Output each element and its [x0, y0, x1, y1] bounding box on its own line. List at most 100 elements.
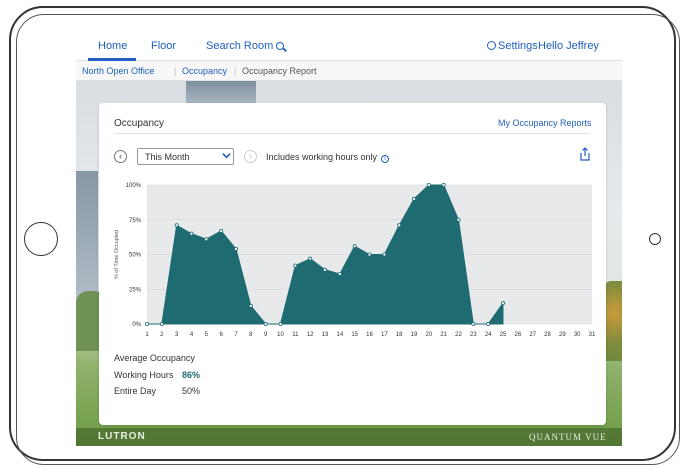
- data-point: [352, 244, 357, 249]
- hours-note: Includes working hours only i: [266, 152, 390, 163]
- x-tick-label: 29: [559, 332, 566, 338]
- x-tick-label: 6: [219, 332, 223, 338]
- x-tick-label: 5: [205, 332, 209, 338]
- x-tick-label: 9: [264, 332, 268, 338]
- breadcrumb-separator: |: [234, 66, 237, 76]
- quantum-vue-logo: QUANTUM VUE: [529, 432, 607, 442]
- x-tick-label: 2: [160, 332, 164, 338]
- x-tick-label: 26: [514, 332, 521, 338]
- nav-settings[interactable]: Settings: [487, 40, 538, 52]
- user-menu[interactable]: Hello Jeffrey: [538, 40, 599, 52]
- data-point: [204, 237, 209, 242]
- data-point: [500, 301, 505, 306]
- data-point: [189, 231, 194, 236]
- x-tick-label: 31: [589, 332, 596, 338]
- divider: [114, 133, 590, 134]
- data-point: [219, 228, 224, 233]
- nav-floor[interactable]: Floor: [151, 40, 176, 52]
- data-point: [382, 252, 387, 257]
- data-point: [411, 196, 416, 201]
- x-tick-label: 30: [574, 332, 581, 338]
- next-arrow-icon: ›: [249, 151, 252, 161]
- range-dropdown[interactable]: This Month: [137, 148, 234, 165]
- x-tick-label: 14: [336, 332, 343, 338]
- data-point: [426, 183, 431, 188]
- x-tick-label: 16: [366, 332, 373, 338]
- y-axis-title: % of Time Occupied: [114, 230, 120, 279]
- y-tick-label: 0%: [132, 322, 141, 328]
- data-point: [278, 321, 283, 326]
- x-tick-label: 4: [190, 332, 194, 338]
- breadcrumb-occupancy[interactable]: Occupancy: [182, 66, 227, 76]
- y-tick-label: 50%: [129, 253, 142, 259]
- x-tick-label: 17: [381, 332, 388, 338]
- x-tick-label: 15: [351, 332, 358, 338]
- x-tick-label: 25: [500, 332, 507, 338]
- x-tick-label: 20: [425, 332, 432, 338]
- data-point: [293, 263, 298, 268]
- gear-icon: [487, 41, 496, 50]
- x-tick-label: 12: [307, 332, 314, 338]
- x-tick-label: 3: [175, 332, 179, 338]
- x-tick-label: 8: [249, 332, 253, 338]
- entire-day-label: Entire Day: [114, 386, 157, 396]
- home-button: [24, 222, 58, 256]
- data-point: [397, 223, 402, 228]
- range-value: This Month: [145, 152, 190, 162]
- chevron-down-icon: [222, 153, 231, 159]
- occupancy-chart: 1 2 3 4 5 6 7 8 9 10 11 12 13 14 15 16 17 18 19 20 21 22 23 24 2…: [114, 183, 596, 338]
- prev-period-button[interactable]: ‹: [114, 150, 127, 163]
- x-tick-label: 24: [485, 332, 492, 338]
- data-point: [159, 321, 164, 326]
- data-point: [441, 183, 446, 188]
- y-tick-label: 25%: [129, 287, 142, 293]
- working-hours-label: Working Hours: [114, 370, 174, 380]
- hours-note-text: Includes working hours only: [266, 152, 378, 162]
- search-icon: [276, 42, 285, 50]
- x-tick-label: 11: [292, 332, 299, 338]
- data-point: [233, 246, 238, 251]
- share-icon[interactable]: [578, 147, 592, 161]
- x-tick-label: 23: [470, 332, 477, 338]
- x-tick-label: 28: [544, 332, 551, 338]
- data-point: [486, 321, 491, 326]
- x-tick-label: 13: [322, 332, 329, 338]
- card-title: Occupancy: [114, 118, 165, 129]
- x-tick-label: 27: [529, 332, 536, 338]
- data-point: [308, 256, 313, 261]
- breadcrumb-area[interactable]: North Open Office: [82, 66, 154, 76]
- building-image: [186, 81, 256, 103]
- x-tick-label: 21: [440, 332, 447, 338]
- next-period-button[interactable]: ›: [244, 150, 257, 163]
- data-point: [174, 223, 179, 228]
- x-tick-label: 22: [455, 332, 462, 338]
- breadcrumb-current: Occupancy Report: [242, 66, 317, 76]
- working-hours-value: 86%: [182, 370, 201, 380]
- data-point: [367, 252, 372, 257]
- x-tick-label: 1: [145, 332, 149, 338]
- data-point: [471, 321, 476, 326]
- x-tick-label: 10: [277, 332, 284, 338]
- occupancy-card: Occupancy My Occupancy Reports ‹ This Mo…: [99, 103, 606, 425]
- data-point: [263, 321, 268, 326]
- my-occupancy-reports-link[interactable]: My Occupancy Reports: [498, 118, 592, 128]
- lutron-logo: LUTRON: [98, 431, 146, 442]
- data-point: [248, 303, 253, 308]
- app-screen: Home Floor Search Room Settings Hello Je…: [76, 33, 622, 446]
- info-icon[interactable]: i: [381, 155, 390, 163]
- x-tick-label: 18: [396, 332, 403, 338]
- nav-search-label: Search Room: [206, 40, 274, 52]
- nav-settings-label: Settings: [498, 40, 538, 52]
- data-point: [456, 217, 461, 222]
- data-point: [145, 321, 150, 326]
- nav-search-room[interactable]: Search Room: [206, 40, 285, 52]
- nav-home[interactable]: Home: [98, 40, 127, 52]
- data-point: [322, 267, 327, 272]
- y-tick-label: 75%: [129, 218, 142, 224]
- breadcrumb: North Open Office | Occupancy | Occupanc…: [76, 61, 622, 81]
- x-tick-label: 19: [411, 332, 418, 338]
- x-tick-label: 7: [234, 332, 238, 338]
- average-occupancy-title: Average Occupancy: [114, 353, 195, 363]
- y-tick-label: 100%: [126, 183, 142, 189]
- top-navigation: Home Floor Search Room Settings Hello Je…: [76, 33, 622, 61]
